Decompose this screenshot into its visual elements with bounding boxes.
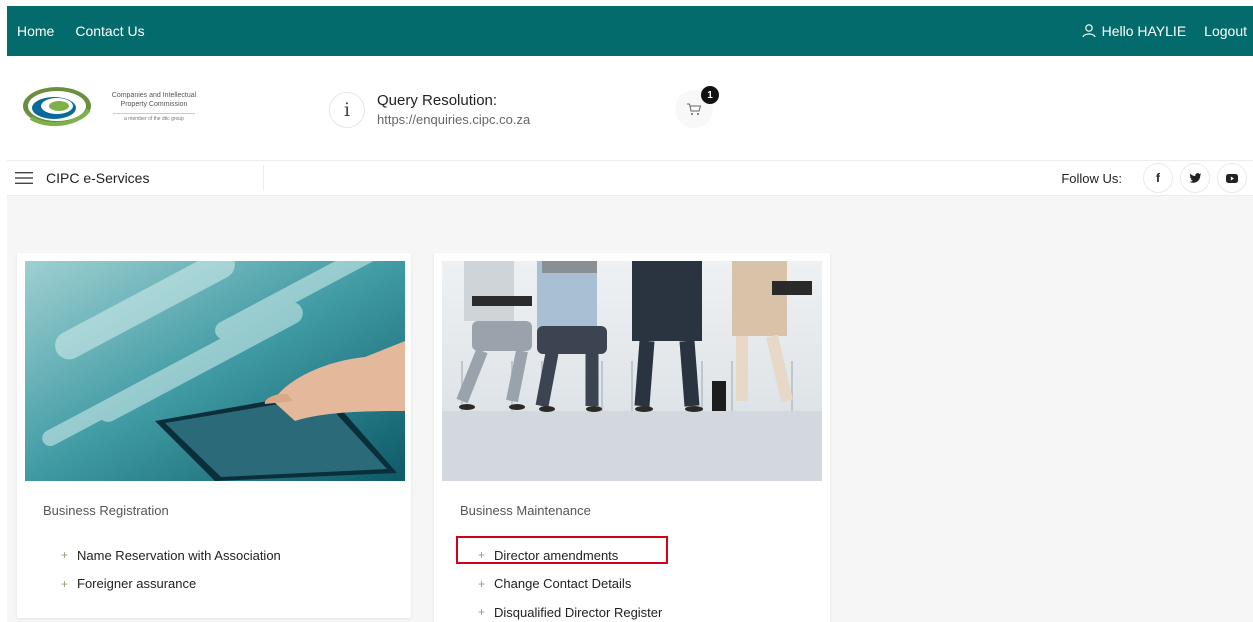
director-amendments-highlight	[456, 536, 668, 564]
user-icon	[1082, 24, 1096, 38]
list-item-label: Foreigner assurance	[77, 576, 197, 592]
list-item[interactable]: + Disqualified Director Register	[478, 598, 662, 622]
nav-divider	[263, 165, 264, 191]
logo-member: a member of the dtic group	[113, 113, 195, 124]
site-header: Companies and Intellectual Property Comm…	[7, 56, 1253, 161]
eservices-title[interactable]: CIPC e-Services	[46, 170, 149, 186]
logo-line1: Companies and Intellectual	[111, 92, 197, 99]
plus-icon: +	[61, 576, 69, 591]
tablet-image[interactable]	[25, 261, 405, 481]
nav-contact-link[interactable]: Contact Us	[75, 23, 144, 39]
logout-link[interactable]: Logout	[1204, 23, 1247, 39]
follow-label: Follow Us:	[1061, 170, 1122, 186]
logo-text: Companies and Intellectual Property Comm…	[99, 92, 209, 124]
list-item[interactable]: + Foreigner assurance	[61, 570, 281, 599]
follow-us: Follow Us: f	[1061, 163, 1247, 193]
query-title: Query Resolution:	[377, 92, 498, 109]
plus-icon: +	[61, 548, 69, 563]
cart-icon	[687, 103, 702, 115]
list-item-label: Name Reservation with Association	[77, 547, 281, 563]
business-maintenance-card: Business Maintenance + Director amendment…	[434, 253, 830, 622]
cipc-logo[interactable]	[21, 84, 93, 128]
twitter-icon[interactable]	[1180, 163, 1210, 193]
cart-count-badge: 1	[701, 86, 719, 104]
business-people-image[interactable]	[442, 261, 822, 481]
top-bar: Home Contact Us Hello HAYLIE Logout	[7, 6, 1253, 56]
list-item[interactable]: + Name Reservation with Association	[61, 541, 281, 570]
user-greeting[interactable]: Hello HAYLIE	[1102, 23, 1187, 39]
nav-bar: CIPC e-Services Follow Us: f	[7, 161, 1253, 196]
registration-list: + Name Reservation with Association + Fore…	[61, 541, 281, 598]
info-icon: i	[329, 92, 365, 128]
query-url[interactable]: https://enquiries.cipc.co.za	[377, 112, 530, 127]
user-area: Hello HAYLIE Logout	[1081, 23, 1247, 39]
business-registration-card: Business Registration + Name Reservation …	[17, 253, 411, 618]
plus-icon: +	[478, 605, 486, 620]
list-item-label: Change Contact Details	[494, 576, 632, 592]
logo-line2: Property Commission	[120, 100, 188, 108]
list-item-label: Disqualified Director Register	[494, 604, 663, 620]
facebook-icon[interactable]: f	[1143, 163, 1173, 193]
list-item[interactable]: + Change Contact Details	[478, 570, 662, 599]
card-title: Business Registration	[43, 503, 169, 518]
nav-home-link[interactable]: Home	[17, 23, 54, 39]
youtube-icon[interactable]	[1217, 163, 1247, 193]
main-content: Business Registration + Name Reservation …	[7, 196, 1253, 622]
plus-icon: +	[478, 576, 486, 591]
card-title: Business Maintenance	[460, 503, 591, 518]
hamburger-menu-icon[interactable]	[15, 172, 33, 184]
